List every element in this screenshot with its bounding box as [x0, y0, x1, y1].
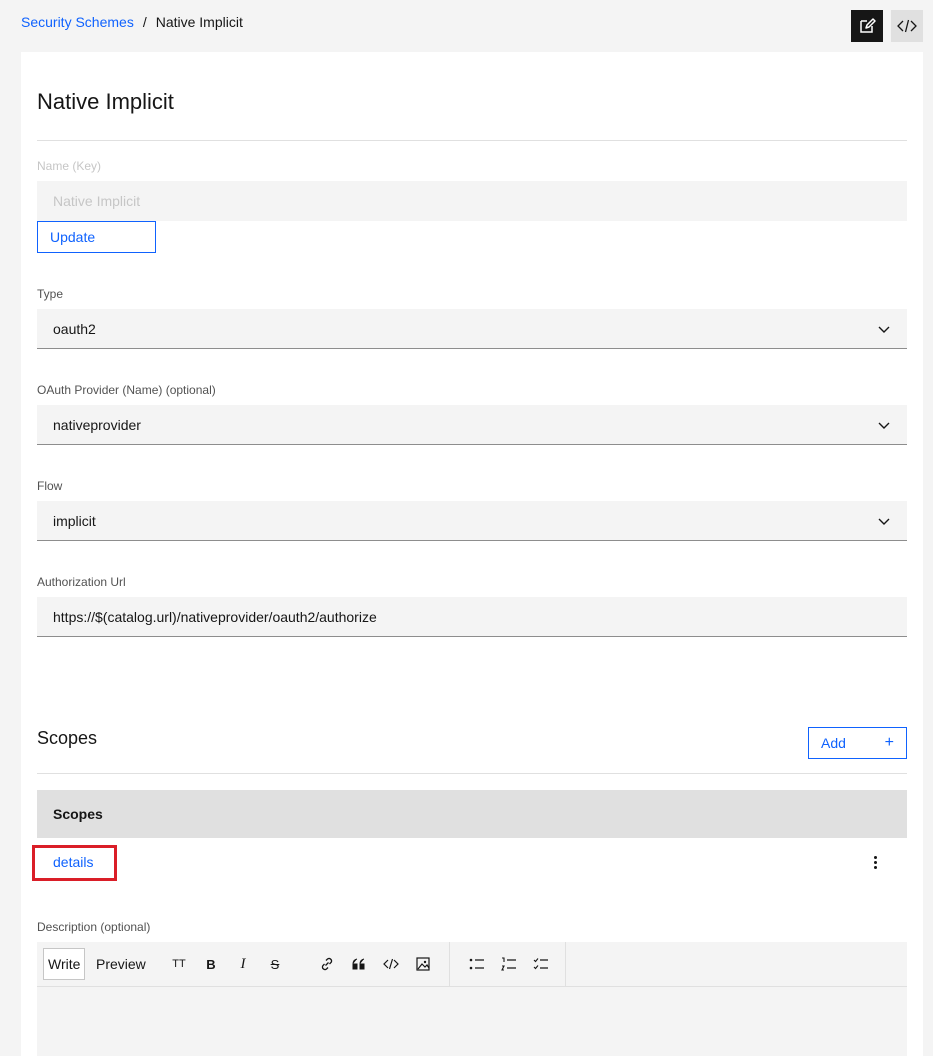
breadcrumb: Security Schemes / Native Implicit — [21, 14, 243, 30]
scopes-column-header: Scopes — [53, 806, 103, 822]
bullet-list-icon[interactable] — [465, 952, 489, 976]
scope-details-link[interactable]: details — [53, 854, 93, 870]
link-icon[interactable] — [315, 952, 339, 976]
strikethrough-icon[interactable]: S — [263, 952, 287, 976]
update-button[interactable]: Update — [37, 221, 156, 253]
heading-icon[interactable]: TT — [167, 952, 191, 976]
markdown-toolbar: Write Preview TT B I S — [37, 942, 907, 987]
title-divider — [37, 140, 907, 141]
tab-write[interactable]: Write — [43, 948, 86, 980]
code-icon — [897, 19, 917, 33]
edit-button[interactable] — [851, 10, 883, 42]
code-view-button[interactable] — [891, 10, 923, 42]
name-key-field: Native Implicit — [37, 181, 907, 221]
toolbar-divider — [449, 942, 450, 986]
description-label: Description (optional) — [37, 920, 151, 934]
tab-preview[interactable]: Preview — [92, 948, 150, 980]
toolbar-divider — [565, 942, 566, 986]
scopes-section-title: Scopes — [37, 728, 98, 748]
authorization-url-value: https://$(catalog.url)/nativeprovider/oa… — [53, 608, 377, 625]
overflow-menu-icon[interactable] — [867, 854, 883, 870]
quote-icon[interactable] — [347, 952, 371, 976]
image-icon[interactable] — [411, 952, 435, 976]
chevron-down-icon — [878, 326, 890, 333]
oauth-provider-value: nativeprovider — [53, 416, 141, 433]
breadcrumb-separator: / — [142, 14, 147, 30]
bold-icon[interactable]: B — [199, 952, 223, 976]
task-list-icon[interactable] — [529, 952, 553, 976]
code-icon[interactable] — [379, 952, 403, 976]
description-textarea[interactable] — [37, 987, 907, 1056]
numbered-list-icon[interactable] — [497, 952, 521, 976]
page-title: Native Implicit — [37, 89, 174, 114]
security-scheme-form: Native Implicit Name (Key) Native Implic… — [21, 52, 923, 1056]
chevron-down-icon — [878, 518, 890, 525]
top-bar: Security Schemes / Native Implicit — [0, 0, 933, 52]
add-scope-button[interactable]: Add + — [808, 727, 907, 759]
type-value: oauth2 — [53, 320, 96, 337]
plus-icon: + — [884, 734, 894, 751]
breadcrumb-current: Native Implicit — [155, 14, 243, 30]
flow-label: Flow — [37, 479, 63, 493]
type-label: Type — [37, 287, 64, 301]
authorization-url-label: Authorization Url — [37, 575, 126, 589]
flow-value: implicit — [53, 512, 96, 529]
breadcrumb-security-schemes-link[interactable]: Security Schemes — [21, 14, 134, 30]
add-scope-label: Add — [821, 735, 846, 751]
type-select[interactable]: oauth2 — [37, 309, 907, 349]
flow-select[interactable]: implicit — [37, 501, 907, 541]
authorization-url-input[interactable]: https://$(catalog.url)/nativeprovider/oa… — [37, 597, 907, 637]
scopes-table-header: Scopes — [37, 790, 907, 838]
edit-icon — [860, 18, 876, 33]
chevron-down-icon — [878, 422, 890, 429]
scopes-divider — [37, 773, 907, 774]
oauth-provider-select[interactable]: nativeprovider — [37, 405, 907, 445]
name-key-value: Native Implicit — [53, 193, 141, 209]
oauth-provider-label: OAuth Provider (Name) (optional) — [37, 383, 216, 397]
name-key-label: Name (Key) — [37, 159, 102, 173]
italic-icon[interactable]: I — [231, 952, 255, 976]
